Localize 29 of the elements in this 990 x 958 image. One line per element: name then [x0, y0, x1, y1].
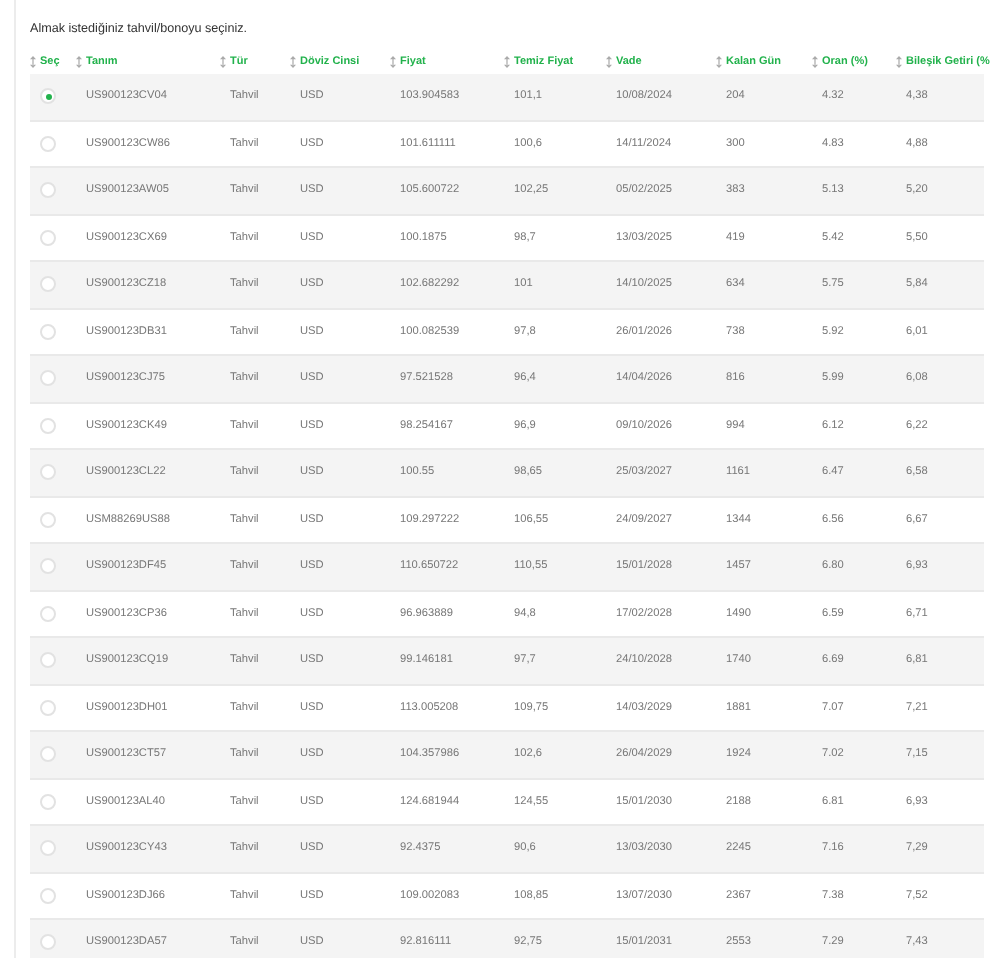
- radio-button[interactable]: [40, 934, 56, 951]
- radio-button[interactable]: [40, 182, 56, 199]
- radio-button[interactable]: [40, 699, 56, 716]
- radio-button[interactable]: [40, 652, 56, 669]
- radio-button[interactable]: [40, 887, 56, 904]
- sort-icon[interactable]: [76, 56, 82, 68]
- radio-button[interactable]: [40, 605, 56, 622]
- radio-button[interactable]: [40, 793, 56, 810]
- radio-button[interactable]: [40, 464, 56, 481]
- radio-button[interactable]: [40, 323, 56, 340]
- sort-icon[interactable]: [812, 56, 818, 68]
- radio-button[interactable]: [40, 746, 56, 763]
- radio-button[interactable]: [40, 276, 56, 293]
- sort-icon[interactable]: [716, 56, 722, 68]
- radio-button[interactable]: [40, 88, 56, 105]
- sort-icon[interactable]: [896, 56, 902, 68]
- radio-button[interactable]: [40, 229, 56, 246]
- sort-icon[interactable]: [606, 56, 612, 68]
- sort-icon[interactable]: [390, 56, 396, 68]
- radio-button[interactable]: [40, 370, 56, 387]
- radio-button[interactable]: [40, 558, 56, 575]
- sort-icon[interactable]: [220, 56, 226, 68]
- sort-icon[interactable]: [290, 56, 296, 68]
- sort-icon[interactable]: [504, 56, 510, 68]
- radio-button[interactable]: [40, 511, 56, 528]
- radio-button[interactable]: [40, 135, 56, 152]
- radio-button[interactable]: [40, 417, 56, 434]
- radio-button[interactable]: [40, 840, 56, 857]
- sort-icon[interactable]: [30, 56, 36, 68]
